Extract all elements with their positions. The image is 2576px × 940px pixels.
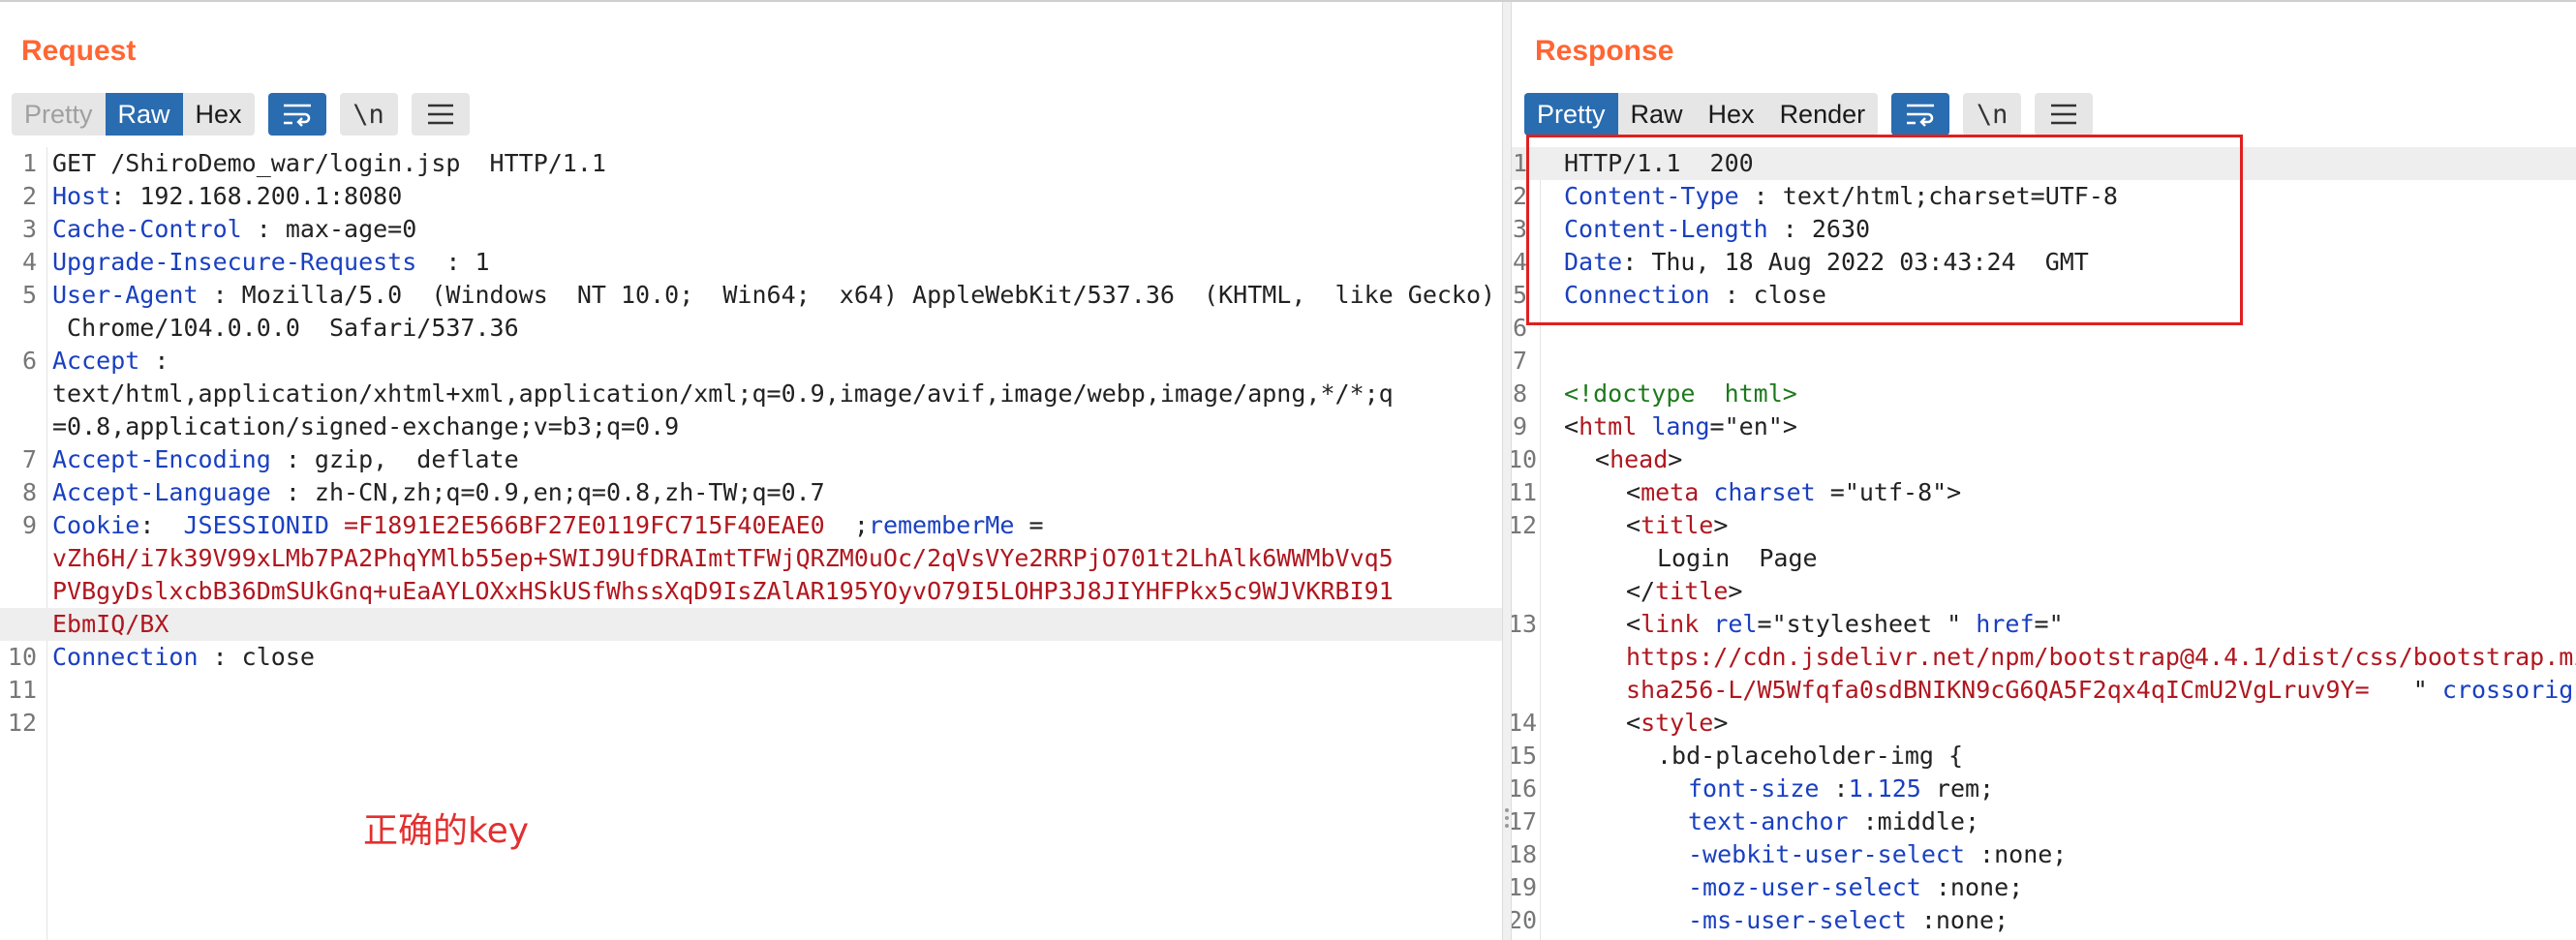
wrap-lines-icon[interactable] [267,93,326,136]
request-tab-raw[interactable]: Raw [105,93,183,136]
response-line-2: 2 Content-Type : text/html;charset=UTF-8 [1512,182,2118,210]
response-line-12: 12 <title> [1512,511,1729,539]
response-line-15: 15 .bd-placeholder-img { [1512,742,1964,770]
response-line-13-wrap-2: sha256-L/W5Wfqfa0sdBNIKN9cG6QA5F2qx4qICm… [1626,676,2574,704]
request-line-6-wrap-1: text/html,application/xhtml+xml,applicat… [52,379,1394,408]
response-line-9: 9 <html lang="en"> [1512,412,1797,440]
resize-grip-icon[interactable] [1505,808,1509,828]
response-line-4: 4 Date: Thu, 18 Aug 2022 03:43:24 GMT [1512,248,2089,276]
response-line-13: 13 <link rel="stylesheet " href=" [1512,610,2064,638]
request-line-9-wrap-2: PVBgyDslxcbB36DmSUkGnq+uEaAYLOXxHSkUSfWh… [52,577,1394,605]
request-view-tabs: Pretty Raw Hex [12,93,255,136]
newline-toggle-icon[interactable]: \n [1963,93,2022,136]
response-line-11: 11 <meta charset ="utf-8"> [1512,478,1962,506]
request-line-3: 3 Cache-Control : max-age=0 [21,215,417,243]
response-tab-pretty[interactable]: Pretty [1524,93,1618,136]
request-title: Request [21,35,137,67]
response-line-20: 20 -ms-user-select :none; [1512,906,2009,934]
response-tab-raw[interactable]: Raw [1618,93,1696,136]
request-line-6: 6 Accept : [21,347,169,375]
response-line-13-wrap-1: https://cdn.jsdelivr.net/npm/bootstrap@4… [1626,643,2576,671]
request-line-6-wrap-2: =0.8,application/signed-exchange;v=b3;q=… [52,412,680,440]
request-line-9-wrap-1: vZh6H/i7k39V99xLMb7PA2PhqYMlb55ep+SWIJ9U… [52,544,1394,572]
response-line-16: 16 font-size :1.125 rem; [1512,774,1995,803]
response-line-7: 7 [1512,347,1527,375]
annotation-correct-key: 正确的key [363,811,530,851]
response-view-tabs: Pretty Raw Hex Render [1524,93,1879,136]
response-line-12-text: Login Page [1657,544,1818,572]
response-line-3: 3 Content-Length : 2630 [1512,215,1871,243]
request-pane: Request Pretty Raw Hex \n 1 GET /ShiroDem… [0,2,1502,940]
request-tab-pretty[interactable]: Pretty [12,93,106,136]
pane-divider[interactable] [1502,2,1512,940]
newline-toggle-icon[interactable]: \n [339,93,398,136]
menu-icon[interactable] [2035,93,2094,136]
request-line-10: 10 Connection : close [7,643,315,671]
request-line-8: 8 Accept-Language : zh-CN,zh;q=0.9,en;q=0… [21,478,825,506]
response-line-1: 1 HTTP/1.1 200 [1512,147,2576,180]
response-line-19: 19 -moz-user-select :none; [1512,873,2024,901]
request-line-5-wrap: Chrome/104.0.0.0 Safari/537.36 [52,314,519,342]
request-line-9-wrap-3: EbmIQ/BX [0,608,1502,641]
response-pane: Response Pretty Raw Hex Render \n 1 HTTP/… [1512,2,2576,940]
response-line-6: 6 [1512,314,1527,342]
request-line-2: 2 Host: 192.168.200.1:8080 [21,182,403,210]
response-line-10: 10 <head> [1512,445,1683,473]
response-tab-hex[interactable]: Hex [1696,93,1767,136]
menu-icon[interactable] [411,93,470,136]
response-line-14: 14 <style> [1512,709,1729,737]
request-line-7: 7 Accept-Encoding : gzip, deflate [21,445,519,473]
request-line-5: 5 User-Agent : Mozilla/5.0 (Windows NT 10… [21,281,1496,309]
response-editor[interactable]: 1 HTTP/1.1 200 2 Content-Type : text/html;… [1512,147,2576,940]
wrap-lines-icon[interactable] [1891,93,1950,136]
request-toolbar: Pretty Raw Hex \n [12,93,470,136]
response-line-17: 17 text-anchor :middle; [1512,807,1980,835]
request-line-11: 11 [7,676,37,704]
request-line-9: 9 Cookie: JSESSIONID =F1891E2E566BF27E011… [21,511,1044,539]
request-editor[interactable]: 1 GET /ShiroDemo_war/login.jsp HTTP/1.1 2… [0,147,1502,940]
request-line-4: 4 Upgrade-Insecure-Requests : 1 [21,248,490,276]
request-line-12: 12 [7,709,37,737]
response-title: Response [1535,35,1674,67]
response-tab-render[interactable]: Render [1767,93,1879,136]
request-tab-hex[interactable]: Hex [183,93,255,136]
response-line-5: 5 Connection : close [1512,281,1826,309]
response-toolbar: Pretty Raw Hex Render \n [1524,93,2094,136]
request-line-1: 1 GET /ShiroDemo_war/login.jsp HTTP/1.1 [21,149,606,177]
response-line-12-close: </title> [1626,577,1743,605]
response-line-18: 18 -webkit-user-select :none; [1512,840,2068,868]
response-line-8: 8 <!doctype html> [1512,379,1797,408]
